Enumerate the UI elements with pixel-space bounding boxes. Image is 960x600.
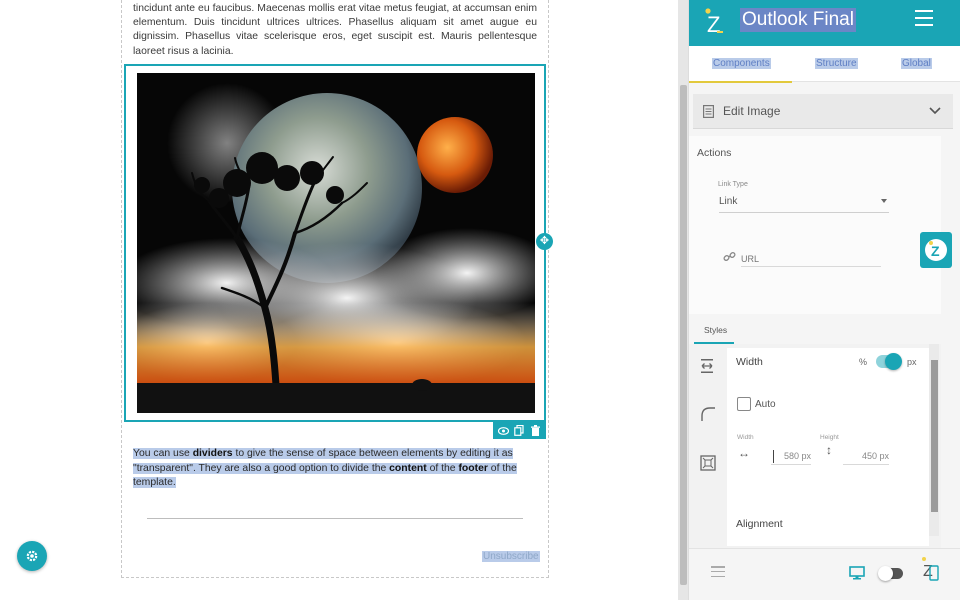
moon-tree-illustration [137, 73, 535, 413]
width-label: Width [736, 356, 763, 368]
horizontal-arrows-icon: ↔ [738, 446, 750, 460]
panel-scrollbar-thumb[interactable] [931, 360, 938, 512]
canvas-scrollbar-thumb[interactable] [680, 85, 687, 585]
z-logo-icon: Z [925, 239, 947, 261]
actions-label: Actions [697, 147, 732, 159]
move-icon[interactable]: ✥ [536, 233, 553, 250]
copy-icon[interactable] [513, 425, 525, 437]
width-input[interactable]: 580 px [771, 451, 811, 465]
menu-icon[interactable] [915, 10, 933, 26]
border-radius-icon[interactable] [700, 406, 716, 422]
document-icon [703, 105, 714, 118]
link-type-value: Link [719, 196, 738, 207]
unit-toggle-knob[interactable] [885, 353, 902, 370]
edit-image-header[interactable]: Edit Image [693, 94, 953, 129]
editor-canvas: tincidunt ante eu faucibus. Maecenas mol… [0, 0, 678, 600]
alignment-label: Alignment [736, 518, 783, 530]
tab-structure[interactable]: Structure [815, 58, 858, 69]
svg-text:Z: Z [931, 243, 940, 259]
styles-icon-column [689, 344, 727, 548]
properties-panel: Z Outlook Final Components Structure Glo… [688, 0, 960, 600]
unsubscribe-link[interactable]: Unsubscribe [482, 551, 540, 562]
trash-icon[interactable] [529, 425, 541, 437]
svg-text:Z: Z [707, 12, 720, 37]
floating-help-button[interactable]: Z [920, 232, 952, 268]
app-root: tincidunt ante eu faucibus. Maecenas mol… [0, 0, 960, 600]
styles-tab-label[interactable]: Styles [704, 325, 727, 335]
edit-image-label: Edit Image [723, 104, 781, 118]
panel-tabs: Components Structure Global [689, 46, 960, 82]
panel-header: Z Outlook Final [689, 0, 960, 46]
divider-paragraph[interactable]: You can use dividers to give the sense o… [133, 447, 537, 491]
eye-icon[interactable] [498, 425, 510, 437]
divider-line[interactable] [147, 518, 523, 519]
height-input[interactable]: 450 px [843, 451, 889, 465]
image-toolbar [493, 422, 546, 439]
moon-tree-image[interactable] [137, 73, 535, 413]
padding-icon[interactable] [700, 455, 716, 471]
height-field-label: Height [820, 434, 839, 441]
monitor-icon[interactable] [849, 566, 865, 580]
actions-section [689, 136, 941, 314]
device-toggle-knob[interactable] [878, 566, 893, 581]
link-icon [723, 251, 736, 262]
intro-paragraph[interactable]: tincidunt ante eu faucibus. Maecenas mol… [133, 2, 537, 59]
link-type-label: Link Type [718, 181, 748, 188]
link-type-select[interactable]: Link [719, 196, 889, 213]
percent-unit[interactable]: % [859, 357, 867, 367]
mobile-icon[interactable]: Z [918, 556, 940, 584]
chevron-down-icon[interactable] [929, 104, 941, 116]
text-cursor [773, 450, 774, 463]
dimension-icon[interactable] [700, 358, 714, 374]
px-unit[interactable]: px [907, 357, 917, 367]
vertical-arrows-icon: ↕ [826, 443, 832, 457]
width-field-label: Width [737, 434, 754, 441]
auto-checkbox[interactable] [737, 397, 751, 411]
app-logo: Z [703, 6, 727, 38]
auto-label: Auto [755, 399, 776, 410]
tab-global[interactable]: Global [901, 58, 932, 69]
gear-icon [26, 550, 38, 562]
tab-components[interactable]: Components [712, 58, 771, 69]
image-block-selected[interactable] [124, 64, 546, 422]
settings-button[interactable] [17, 541, 47, 571]
project-title: Outlook Final [740, 8, 856, 32]
footer-menu-icon[interactable] [711, 566, 725, 577]
active-tab-indicator [689, 81, 792, 83]
dropdown-arrow-icon [881, 199, 887, 203]
url-input[interactable] [741, 251, 881, 267]
